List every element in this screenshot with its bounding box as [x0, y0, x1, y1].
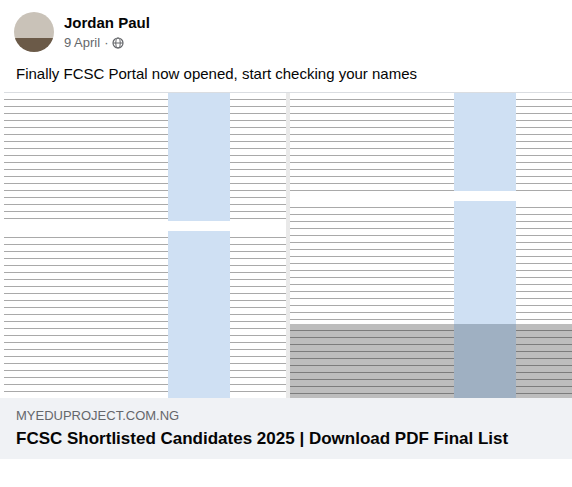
preview-image [4, 92, 572, 398]
globe-icon[interactable] [112, 37, 124, 49]
separator: · [104, 35, 108, 51]
document-sheet [290, 324, 572, 398]
post-time: 9 April· [64, 35, 150, 51]
post-date[interactable]: 9 April [64, 35, 100, 51]
document-sheet [290, 201, 572, 324]
document-column [290, 93, 572, 398]
facebook-post: Jordan Paul 9 April·Finally FCSC Portal n… [0, 0, 572, 487]
document-sheet [4, 93, 286, 221]
post-text: Finally FCSC Portal now opened, start ch… [0, 52, 572, 92]
link-domain: MYEDUPROJECT.COM.NG [16, 408, 556, 424]
link-preview[interactable]: MYEDUPROJECT.COM.NG FCSC Shortlisted Cand… [0, 92, 572, 459]
post-header: Jordan Paul 9 April· [0, 0, 572, 52]
document-column [4, 93, 286, 398]
author-name[interactable]: Jordan Paul [64, 13, 150, 32]
link-title[interactable]: FCSC Shortlisted Candidates 2025 | Downl… [16, 428, 556, 449]
avatar-icon[interactable] [14, 12, 54, 52]
post-meta: Jordan Paul 9 April· [64, 13, 150, 51]
link-footer: MYEDUPROJECT.COM.NG FCSC Shortlisted Cand… [0, 398, 572, 459]
document-sheet [290, 93, 572, 191]
document-sheet [4, 231, 286, 398]
